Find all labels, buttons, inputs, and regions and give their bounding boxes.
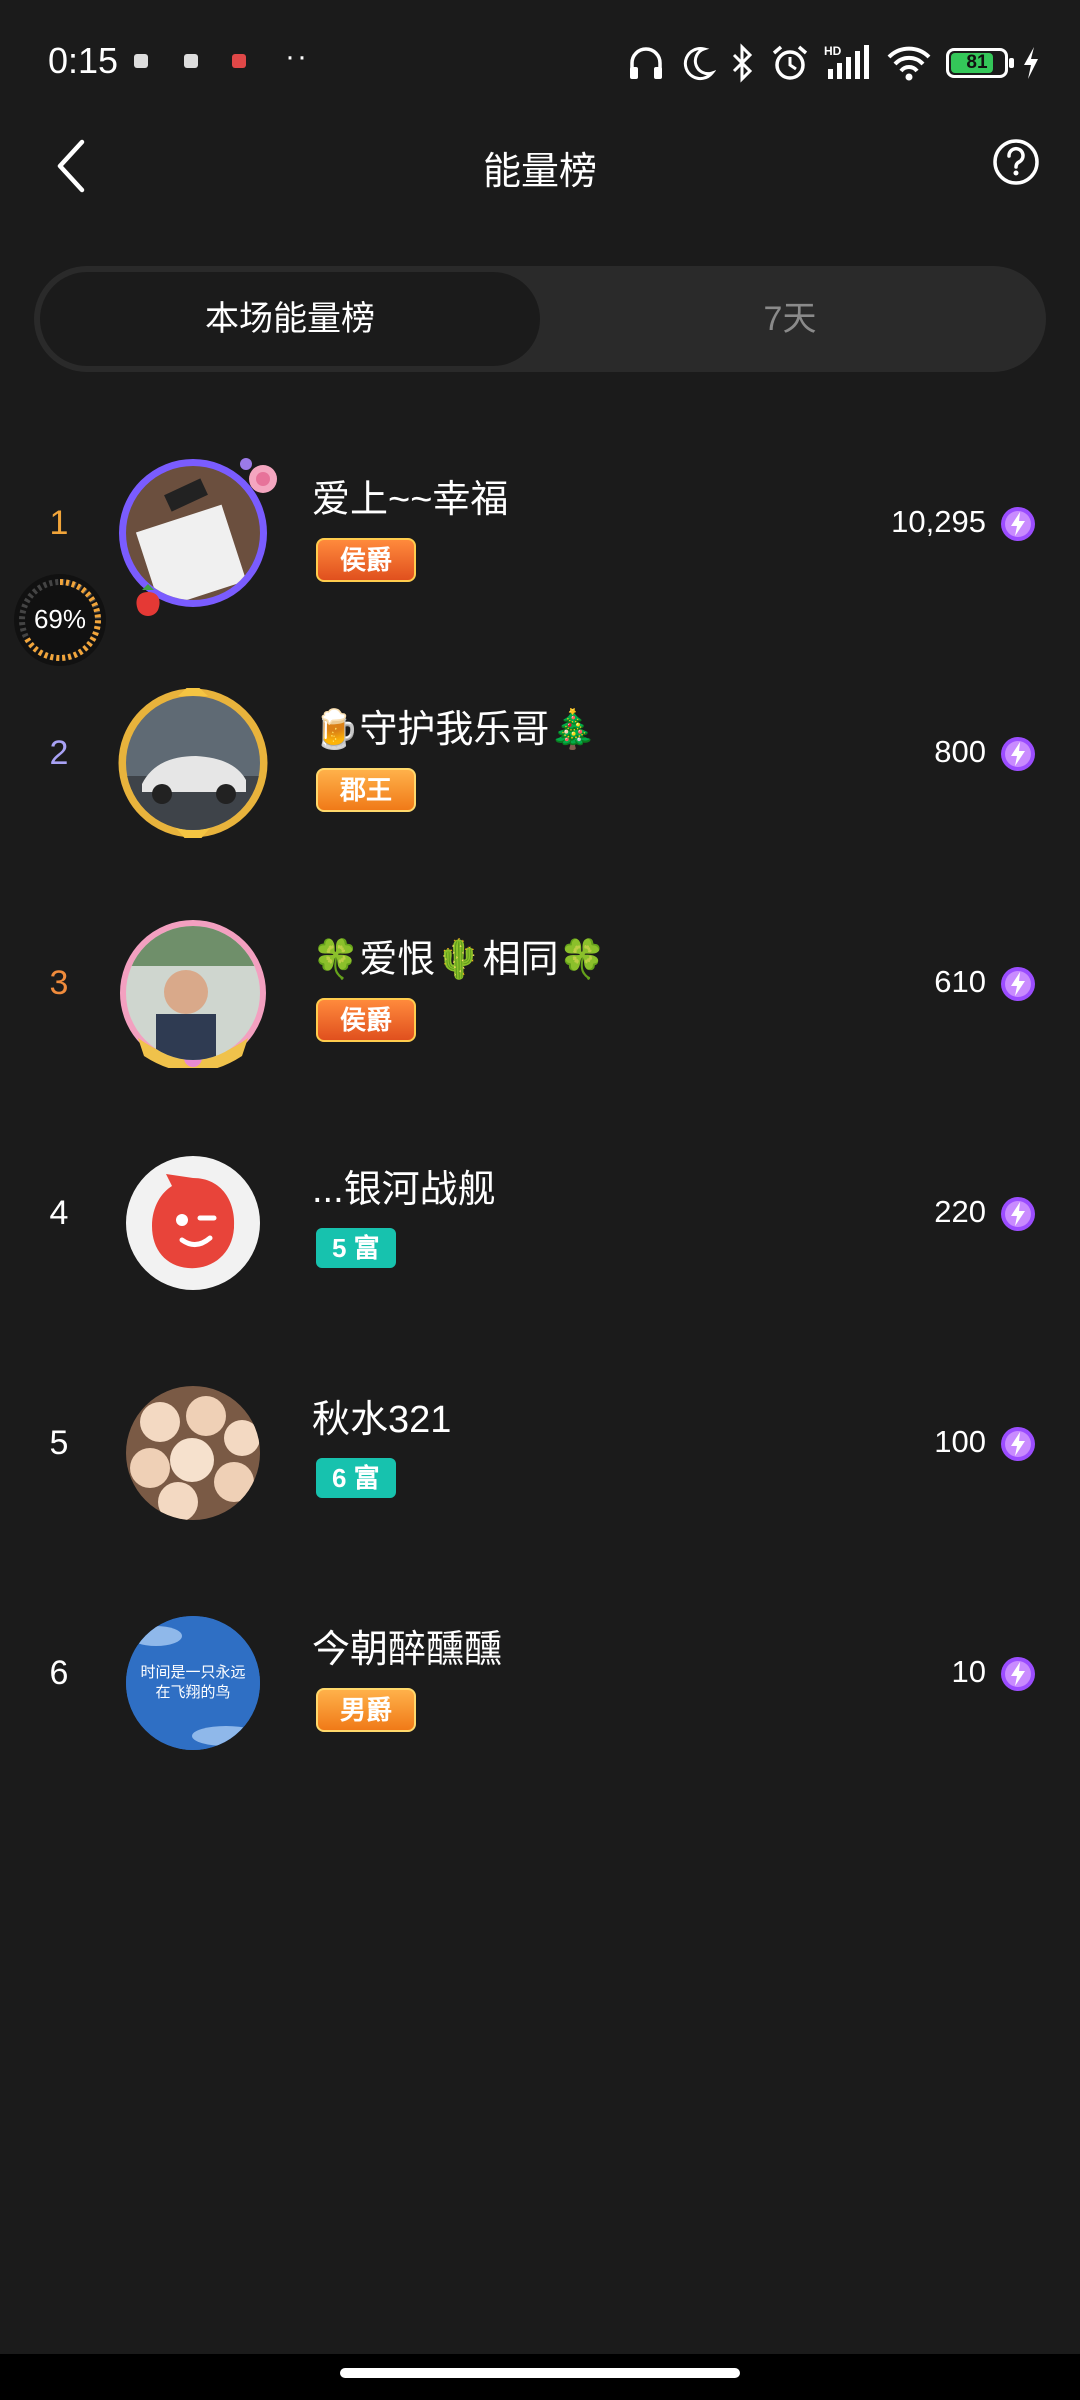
battery-icon: 81	[946, 48, 1014, 78]
ranking-row[interactable]: 4 ...银河战舰 5 富 220	[0, 1120, 1080, 1320]
rank-badge: 6 富	[316, 1458, 396, 1498]
ranking-row[interactable]: 5 秋水321 6 富 100	[0, 1350, 1080, 1550]
ranking-row[interactable]: 1 爱上~~幸福 侯爵 10,295	[0, 430, 1080, 630]
status-bar: 0:15 ·· HD 81	[0, 0, 1080, 130]
energy-score: 10,295	[891, 504, 986, 539]
notification-icon	[134, 54, 148, 68]
user-name: 爱上~~幸福	[312, 479, 509, 521]
signal-icon: HD	[824, 44, 869, 79]
user-name: 🍀爱恨🌵相同🍀	[312, 939, 606, 981]
rank-badge: 郡王	[316, 768, 417, 812]
flower-decoration-icon	[240, 458, 277, 493]
rank-badge: 侯爵	[316, 998, 417, 1042]
wifi-icon	[887, 46, 931, 81]
energy-bolt-icon	[1001, 1427, 1035, 1461]
ranking-row[interactable]: 2 🍺守护我乐哥🎄 郡王 800	[0, 660, 1080, 860]
tab-current-session[interactable]: 本场能量榜	[40, 272, 540, 366]
energy-bolt-icon	[1001, 967, 1035, 1001]
floating-progress-widget[interactable]: 69%	[12, 572, 108, 668]
page-title: 能量榜	[482, 151, 597, 193]
moon-icon	[683, 47, 716, 81]
rank-number: 2	[49, 734, 69, 772]
header: 能量榜	[0, 120, 1080, 210]
energy-score: 10	[951, 1654, 986, 1689]
avatar[interactable]	[126, 1386, 260, 1520]
notification-icon	[184, 54, 198, 68]
energy-score: 100	[934, 1424, 986, 1459]
energy-bolt-icon	[1001, 507, 1035, 541]
user-name: ...银河战舰	[312, 1169, 496, 1211]
user-name: 今朝醉醺醺	[312, 1629, 503, 1671]
avatar-frame	[118, 1148, 268, 1298]
energy-bolt-icon	[1001, 737, 1035, 771]
ranking-row[interactable]: 6 时间是一只永远在飞翔的鸟 今朝醉醺醺 男爵 10	[0, 1580, 1080, 1780]
rank-number: 3	[49, 964, 69, 1002]
rank-number: 5	[49, 1424, 69, 1462]
rank-badge: 侯爵	[316, 538, 417, 582]
avatar-frame	[118, 1378, 268, 1528]
user-name: 🍺守护我乐哥🎄	[312, 709, 597, 751]
rank-badge: 5 富	[316, 1228, 396, 1268]
rank-badge: 男爵	[316, 1688, 417, 1732]
energy-score: 220	[934, 1194, 986, 1229]
strawberry-decoration-icon	[136, 584, 160, 616]
avatar-frame	[118, 688, 268, 838]
tab-7-days[interactable]: 7天	[540, 272, 1040, 366]
svg-text:HD: HD	[824, 44, 842, 58]
headphones-icon	[630, 47, 662, 79]
notification-icon	[232, 54, 246, 68]
rank-number: 6	[49, 1654, 69, 1692]
avatar-frame	[118, 918, 268, 1068]
charging-icon	[1024, 47, 1038, 79]
question-circle-icon[interactable]	[992, 138, 1040, 186]
battery-level: 81	[966, 52, 988, 73]
avatar[interactable]: 时间是一只永远在飞翔的鸟	[126, 1616, 260, 1750]
avatar-caption: 时间是一只永远在飞翔的鸟	[140, 1663, 246, 1701]
energy-score: 800	[934, 734, 986, 769]
bluetooth-icon	[732, 43, 753, 83]
avatar[interactable]	[126, 926, 260, 1060]
energy-bolt-icon	[1001, 1197, 1035, 1231]
avatar-frame	[118, 458, 277, 616]
ranking-row[interactable]: 3 🍀爱恨🌵相同🍀 侯爵 610	[0, 890, 1080, 1090]
rank-number: 1	[49, 504, 69, 542]
home-bar[interactable]	[340, 2368, 740, 2378]
progress-label: 69%	[33, 604, 87, 634]
alarm-icon	[772, 45, 808, 80]
rank-number: 4	[49, 1194, 69, 1232]
energy-score: 610	[934, 964, 986, 999]
status-time: 0:15	[48, 40, 119, 81]
more-notifications-icon: ··	[285, 40, 309, 73]
user-name: 秋水321	[312, 1399, 452, 1441]
avatar[interactable]	[126, 1156, 260, 1290]
tab-bar: 本场能量榜 7天	[34, 266, 1046, 372]
avatar-frame: 时间是一只永远在飞翔的鸟	[118, 1608, 268, 1758]
avatar[interactable]	[126, 696, 260, 830]
home-indicator	[0, 2354, 1080, 2400]
energy-bolt-icon	[1001, 1657, 1035, 1691]
